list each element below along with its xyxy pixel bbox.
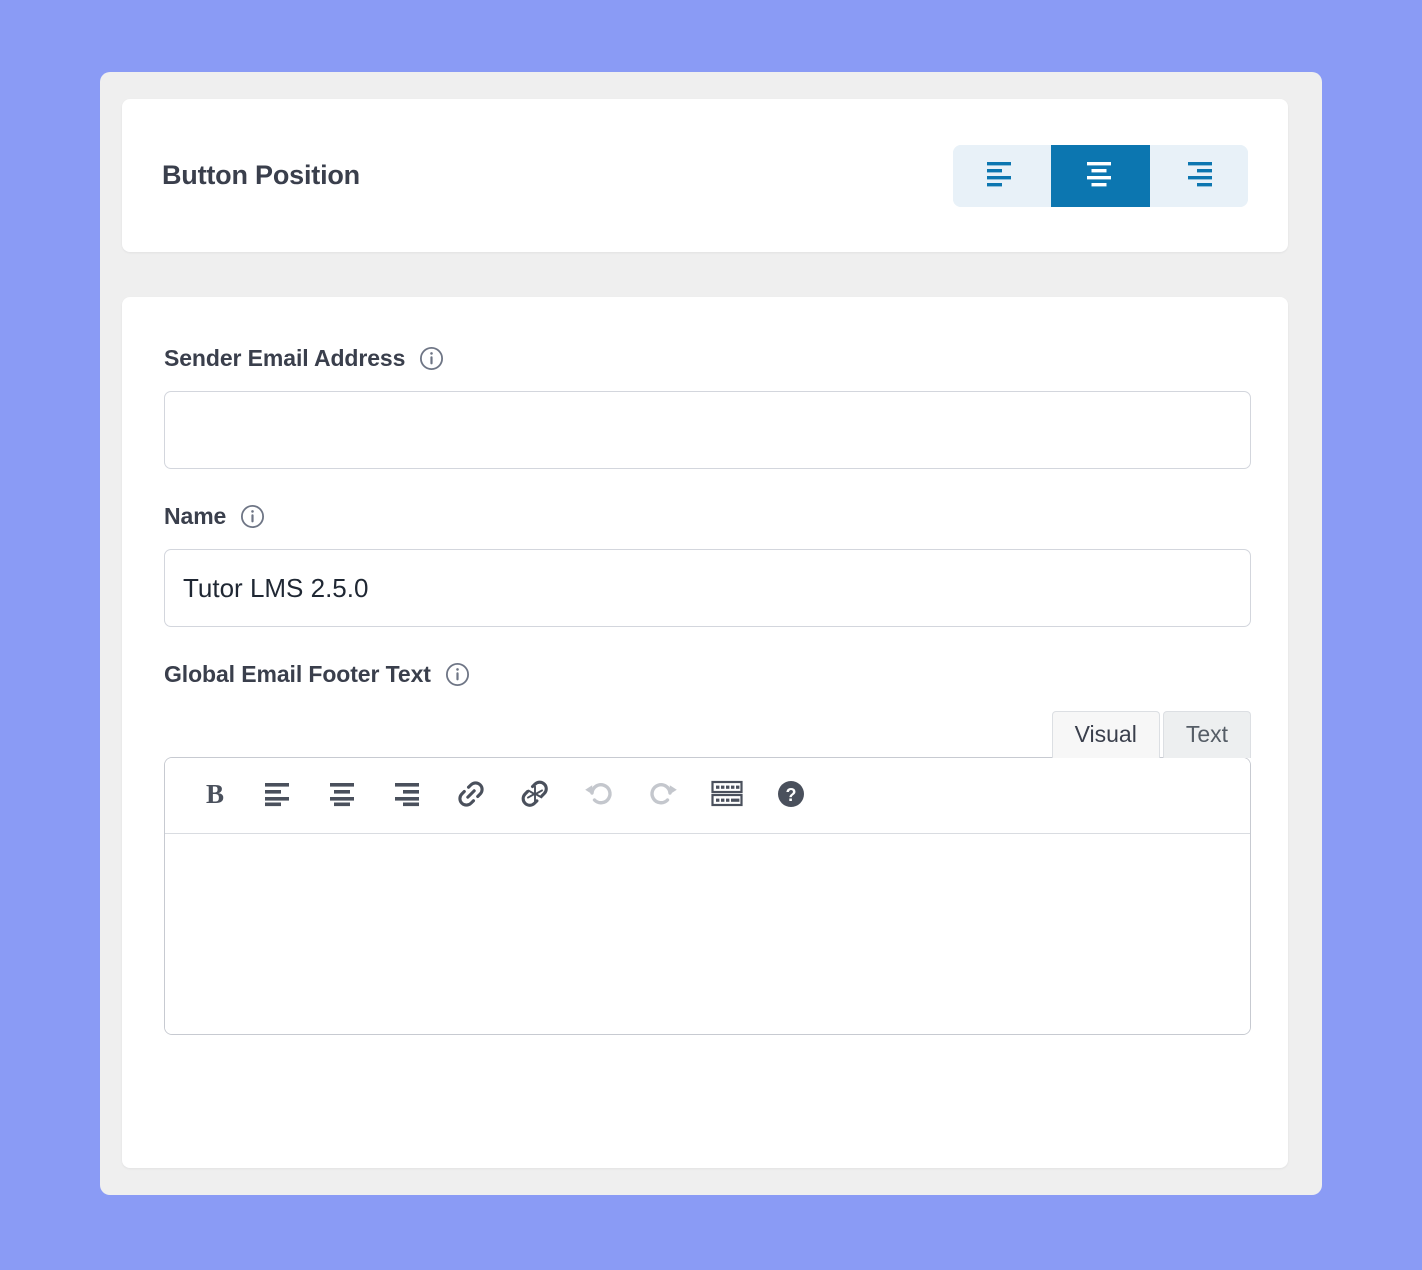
insert-link-button[interactable]	[439, 766, 503, 826]
field-sender-email: Sender Email Address	[164, 345, 1251, 469]
info-circle-icon[interactable]	[419, 346, 444, 371]
button-position-segmented-control[interactable]	[953, 144, 1248, 207]
keyboard-shortcuts-button[interactable]	[695, 766, 759, 826]
bold-icon: B	[202, 779, 228, 812]
editor-toolbar: B ?	[165, 758, 1250, 834]
editor-box: B ?	[164, 757, 1251, 1035]
name-label: Name	[164, 503, 227, 529]
field-name: Name	[164, 503, 1251, 627]
tab-visual[interactable]: Visual	[1051, 711, 1160, 758]
unlink-icon	[518, 777, 552, 814]
align-left-icon	[985, 160, 1019, 191]
align-left-icon	[263, 781, 295, 810]
link-icon	[454, 777, 488, 814]
sender-email-input[interactable]	[164, 391, 1251, 469]
align-right-button[interactable]	[375, 766, 439, 826]
svg-text:?: ?	[786, 785, 797, 805]
field-global-email-footer-text: Global Email Footer Text Visual Text B ?	[164, 661, 1251, 1035]
help-button[interactable]: ?	[759, 766, 823, 826]
redo-icon	[646, 779, 680, 812]
app-root: Button Position Sender Email Address Nam…	[0, 0, 1422, 1270]
align-right-icon	[391, 781, 423, 810]
page-title: Button Position	[162, 160, 360, 190]
align-left-button[interactable]	[247, 766, 311, 826]
footer-text-label-row: Global Email Footer Text	[164, 661, 1246, 688]
help-icon: ?	[776, 779, 806, 812]
undo-button[interactable]	[567, 766, 631, 826]
email-settings-card: Sender Email Address Name Tutor LMS 2.5.…	[122, 297, 1288, 1168]
sender-email-label-row: Sender Email Address	[164, 345, 1246, 372]
keyboard-icon	[710, 779, 744, 812]
name-label-row: Name	[164, 503, 1246, 530]
settings-panel: Button Position Sender Email Address Nam…	[100, 72, 1322, 1195]
svg-text:B: B	[206, 779, 224, 809]
remove-link-button[interactable]	[503, 766, 567, 826]
redo-button[interactable]	[631, 766, 695, 826]
editor-mode-tabs: Visual Text	[164, 708, 1251, 758]
align-left-button[interactable]	[953, 144, 1052, 207]
align-center-icon	[1083, 160, 1117, 191]
align-right-icon	[1182, 160, 1216, 191]
align-center-button[interactable]	[311, 766, 375, 826]
undo-icon	[582, 779, 616, 812]
align-center-button[interactable]	[1051, 144, 1150, 207]
bold-button[interactable]: B	[183, 766, 247, 826]
button-position-card: Button Position	[122, 99, 1288, 252]
footer-text-editor-area[interactable]	[165, 834, 1250, 1034]
info-circle-icon[interactable]	[240, 504, 265, 529]
tab-text[interactable]: Text	[1162, 711, 1251, 758]
info-circle-icon[interactable]	[445, 662, 470, 687]
sender-email-label: Sender Email Address	[164, 345, 406, 371]
align-right-button[interactable]	[1149, 144, 1248, 207]
name-input[interactable]	[164, 549, 1251, 627]
footer-text-label: Global Email Footer Text	[164, 661, 431, 687]
rich-text-editor: Visual Text B ?	[164, 708, 1251, 1035]
align-center-icon	[327, 781, 359, 810]
